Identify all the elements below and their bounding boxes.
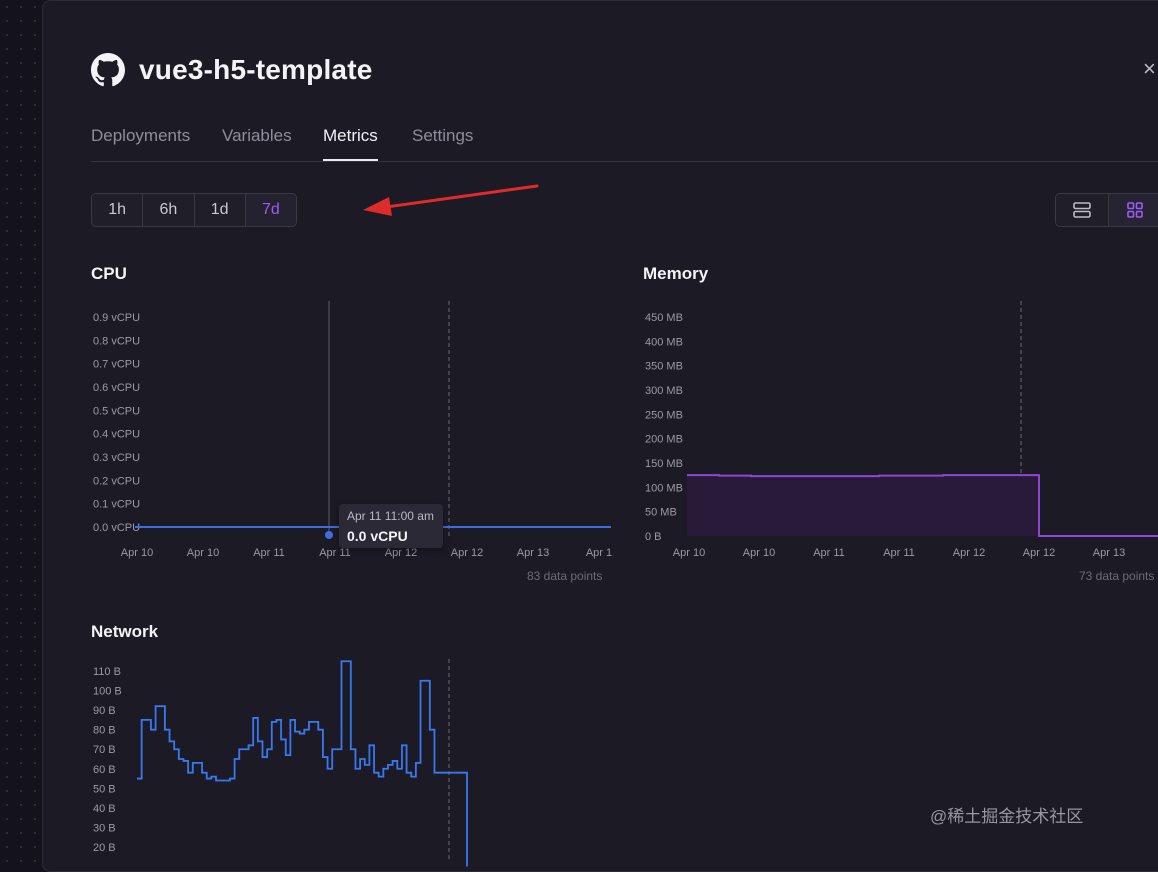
y-tick-label: 50 MB <box>645 507 677 519</box>
page-title: vue3-h5-template <box>139 54 373 85</box>
x-tick-label: Apr 11 <box>253 547 285 559</box>
y-tick-label: 0.8 vCPU <box>93 335 140 347</box>
x-tick-label: Apr 10 <box>743 547 775 559</box>
series-line <box>137 660 468 867</box>
watermark: @稀土掘金技术社区 <box>930 807 1084 826</box>
y-tick-label: 300 MB <box>645 385 683 397</box>
tab-metrics[interactable]: Metrics <box>323 125 378 161</box>
x-tick-label: Apr 12 <box>1023 547 1055 559</box>
y-tick-label: 250 MB <box>645 409 683 421</box>
y-tick-label: 0 B <box>645 531 662 543</box>
y-tick-label: 450 MB <box>645 312 683 324</box>
range-1h-button[interactable]: 1h <box>92 194 144 226</box>
tab-settings[interactable]: Settings <box>412 125 473 147</box>
memory-data-points: 73 data points <box>1079 569 1155 583</box>
tooltip-date: Apr 11 11:00 am <box>347 509 434 523</box>
x-tick-label: Apr 10 <box>121 547 153 559</box>
y-tick-label: 0.1 vCPU <box>93 499 140 511</box>
hover-point <box>325 531 333 539</box>
y-tick-label: 0.6 vCPU <box>93 382 140 394</box>
list-layout-button[interactable] <box>1056 194 1109 226</box>
layout-toggle <box>1055 193 1158 227</box>
x-tick-label: Apr 12 <box>451 547 483 559</box>
tab-deployments[interactable]: Deployments <box>91 125 190 147</box>
rows-icon <box>1073 202 1091 218</box>
annotation-arrow-icon <box>363 184 539 216</box>
y-tick-label: 110 B <box>93 666 121 678</box>
y-tick-label: 80 B <box>93 725 116 737</box>
y-tick-label: 100 B <box>93 686 122 698</box>
tab-variables[interactable]: Variables <box>222 125 292 147</box>
series-area <box>687 475 1158 536</box>
y-tick-label: 100 MB <box>645 482 683 494</box>
y-tick-label: 0.7 vCPU <box>93 359 140 371</box>
y-tick-label: 0.3 vCPU <box>93 452 140 464</box>
y-tick-label: 0.5 vCPU <box>93 405 140 417</box>
y-tick-label: 150 MB <box>645 458 683 470</box>
y-tick-label: 70 B <box>93 744 116 756</box>
grid-layout-button[interactable] <box>1109 194 1158 226</box>
close-icon[interactable]: × <box>1143 57 1158 81</box>
x-tick-label: Apr 1 <box>586 547 612 559</box>
y-tick-label: 50 B <box>93 783 116 795</box>
y-tick-label: 60 B <box>93 764 116 776</box>
y-tick-label: 0.9 vCPU <box>93 312 140 324</box>
service-modal: vue3-h5-template × Deployments Variables… <box>42 0 1158 872</box>
grid-icon <box>1127 202 1143 218</box>
cpu-chart-title: CPU <box>91 264 127 283</box>
github-icon <box>91 53 125 87</box>
y-tick-label: 30 B <box>93 822 116 834</box>
network-chart[interactable]: 110 B 100 B 90 B 80 B 70 B 60 B 50 B 40 B 30 B 20… <box>87 659 617 867</box>
y-tick-label: 20 B <box>93 842 116 854</box>
cpu-tooltip: Apr 11 11:00 am 0.0 vCPU <box>339 504 443 548</box>
range-1d-button[interactable]: 1d <box>194 194 246 226</box>
y-tick-label: 40 B <box>93 803 116 815</box>
y-tick-label: 0.2 vCPU <box>93 475 140 487</box>
y-tick-label: 400 MB <box>645 336 683 348</box>
y-tick-label: 350 MB <box>645 361 683 373</box>
x-tick-label: Apr 12 <box>385 547 417 559</box>
network-chart-title: Network <box>91 622 159 641</box>
y-tick-label: 0.4 vCPU <box>93 429 140 441</box>
x-tick-label: Apr 13 <box>1093 547 1125 559</box>
range-7d-button[interactable]: 7d <box>245 194 296 226</box>
x-tick-label: Apr 11 <box>813 547 845 559</box>
tooltip-value: 0.0 vCPU <box>347 528 408 544</box>
y-tick-label: 90 B <box>93 705 116 717</box>
x-tick-label: Apr 12 <box>953 547 985 559</box>
x-tick-label: Apr 10 <box>187 547 219 559</box>
cpu-data-points: 83 data points <box>527 569 603 583</box>
memory-chart[interactable]: 450 MB 400 MB 350 MB 300 MB 250 MB 200 MB 150 … <box>639 301 1158 563</box>
x-tick-label: Apr 13 <box>517 547 549 559</box>
x-tick-label: Apr 10 <box>673 547 705 559</box>
y-tick-label: 0.0 vCPU <box>93 522 140 534</box>
range-6h-button[interactable]: 6h <box>143 194 195 226</box>
y-tick-label: 200 MB <box>645 434 683 446</box>
x-tick-label: Apr 11 <box>883 547 915 559</box>
x-tick-label: Apr 11 <box>319 547 351 559</box>
memory-chart-title: Memory <box>643 264 709 283</box>
tab-bar: Deployments Variables Metrics Settings <box>91 119 1158 162</box>
time-range-selector: 1h 6h 1d 7d <box>91 193 297 227</box>
